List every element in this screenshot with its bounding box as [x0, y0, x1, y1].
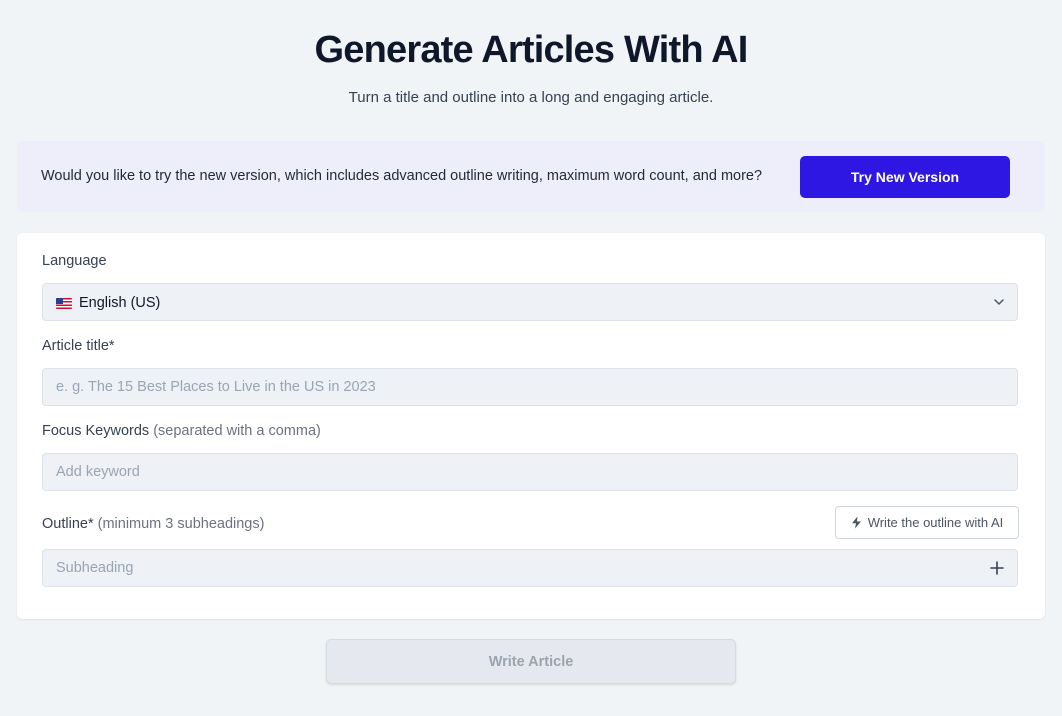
article-title-input[interactable] [43, 369, 1017, 405]
language-label: Language [42, 253, 107, 269]
article-title-field [42, 368, 1018, 406]
language-selected-label: English (US) [79, 295, 161, 311]
article-title-label: Article title* [42, 338, 115, 354]
try-new-version-button[interactable]: Try New Version [800, 156, 1010, 198]
language-select[interactable]: English (US) [42, 283, 1018, 321]
outline-label: Outline* (minimum 3 subheadings) [42, 514, 264, 534]
lightning-icon [851, 516, 861, 529]
add-subheading-icon[interactable] [989, 560, 1005, 576]
subheading-field [42, 549, 1018, 587]
focus-keywords-label-text: Focus Keywords [42, 423, 150, 439]
banner-text: Would you like to try the new version, w… [41, 168, 763, 184]
outline-hint: (minimum 3 subheadings) [97, 516, 265, 532]
outline-label-text: Outline* [42, 516, 94, 532]
page: Generate Articles With AI Turn a title a… [0, 0, 1062, 716]
new-version-banner: Would you like to try the new version, w… [17, 141, 1045, 212]
language-select-value: English (US) [56, 293, 160, 313]
focus-keywords-hint: (separated with a comma) [153, 423, 321, 439]
write-article-button[interactable]: Write Article [326, 639, 736, 684]
page-subtitle: Turn a title and outline into a long and… [348, 89, 714, 106]
subheading-input[interactable] [43, 550, 1017, 586]
keywords-field [42, 453, 1018, 491]
us-flag-icon [56, 297, 72, 309]
write-outline-ai-label: Write the outline with AI [867, 515, 1004, 530]
chevron-down-icon [994, 299, 1004, 305]
keyword-input[interactable] [43, 454, 1017, 490]
write-outline-ai-button[interactable]: Write the outline with AI [835, 506, 1019, 539]
page-title: Generate Articles With AI [314, 29, 749, 71]
focus-keywords-label: Focus Keywords (separated with a comma) [42, 421, 321, 441]
article-form: Language English (US) Article title* Foc… [17, 233, 1045, 619]
